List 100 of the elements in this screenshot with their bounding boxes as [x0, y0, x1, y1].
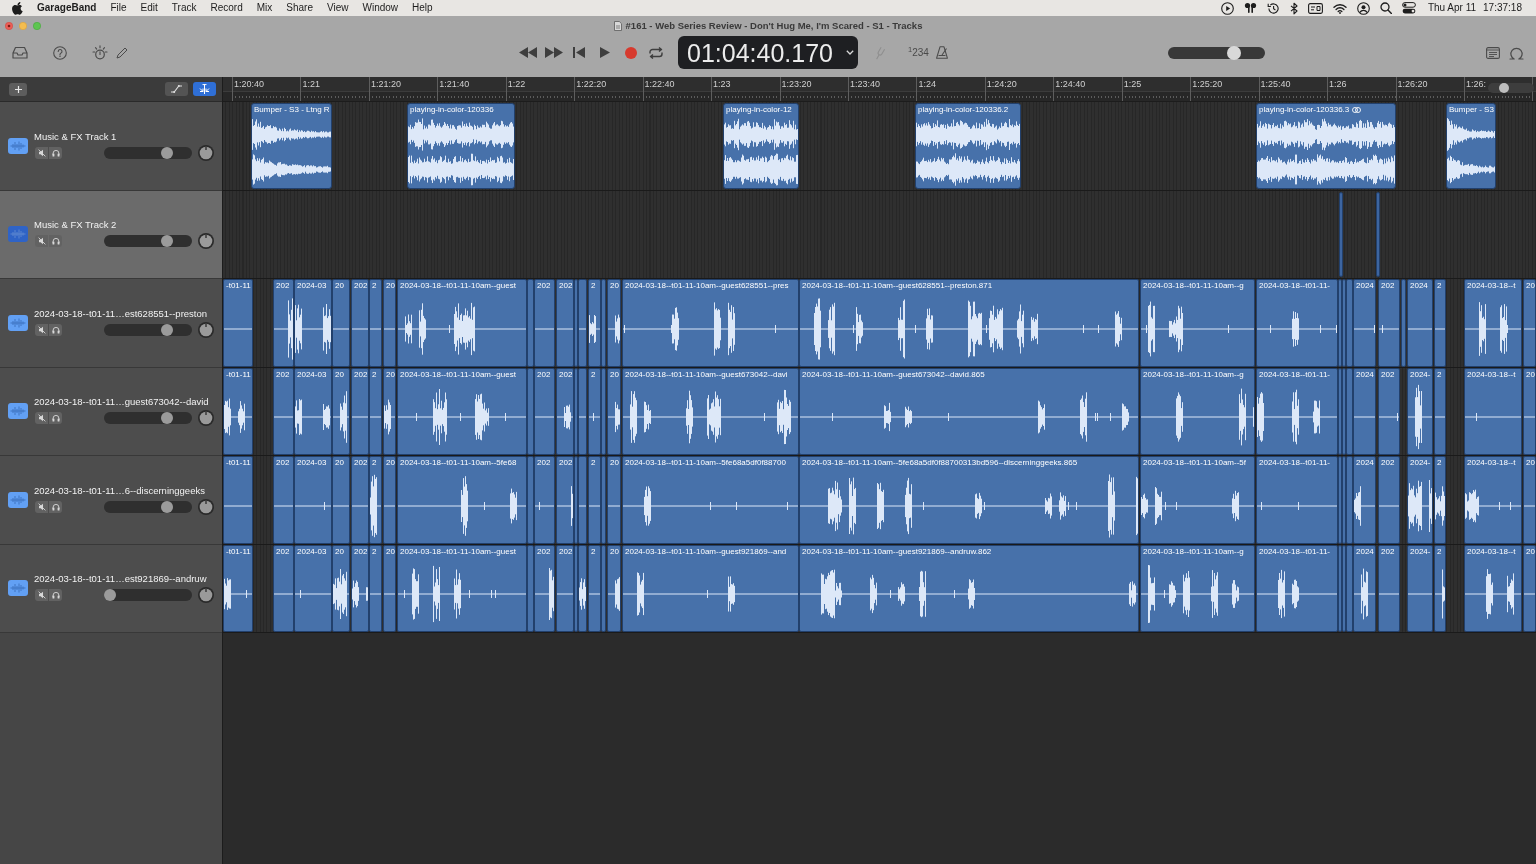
audio-region[interactable]: 202 — [351, 367, 369, 455]
menu-item[interactable]: Mix — [256, 2, 273, 14]
track-header[interactable]: 2024-03-18--t01-11…est628551--preston — [0, 279, 222, 368]
master-volume-slider[interactable] — [1168, 46, 1265, 59]
audio-region[interactable]: 2024-03-18--t01-11-10am--guest921869--andruw.862 — [799, 544, 1139, 632]
slider-thumb[interactable] — [161, 500, 173, 513]
track-header[interactable]: 2024-03-18--t01-11…est921869--andruw — [0, 544, 222, 633]
bluetooth-icon[interactable] — [1289, 1, 1298, 15]
menu-item[interactable]: Record — [210, 2, 243, 14]
toggles-icon[interactable] — [1401, 2, 1416, 14]
audio-region[interactable]: 2 — [1434, 279, 1446, 367]
audio-region[interactable]: 2024-03-18--t01-11-10am--5fe68a5df0f88700 — [622, 456, 799, 544]
audio-region[interactable]: 202 — [1378, 367, 1400, 455]
slider-thumb[interactable] — [104, 589, 116, 602]
tray-icon[interactable] — [12, 46, 28, 59]
audio-region[interactable]: 2024-03-18--t — [1464, 367, 1522, 455]
metronome-icon[interactable] — [936, 46, 948, 59]
dial-icon[interactable] — [92, 44, 108, 61]
flex-button[interactable] — [193, 82, 216, 96]
mute-button[interactable] — [35, 589, 48, 602]
audio-region[interactable]: 20 — [383, 544, 396, 632]
close-button[interactable] — [5, 22, 13, 30]
audio-region[interactable]: 20 — [607, 544, 621, 632]
audio-region[interactable]: 20 — [1523, 544, 1536, 632]
audio-region[interactable]: playing-in-color-120336 — [407, 103, 515, 189]
audio-region[interactable]: 202 — [351, 544, 369, 632]
time-readout[interactable]: 01:04:40.170 — [687, 37, 833, 68]
chevron-down-icon[interactable] — [846, 50, 854, 55]
track-header[interactable]: 2024-03-18--t01-11…guest673042--david — [0, 367, 222, 456]
menu-item[interactable]: Edit — [140, 2, 158, 14]
solo-button[interactable] — [49, 589, 62, 602]
audio-region[interactable]: 2 — [369, 544, 382, 632]
audio-region[interactable]: 202 — [534, 456, 555, 544]
audio-region[interactable]: 2024- — [1407, 544, 1433, 632]
audio-region[interactable]: 2024 — [1353, 456, 1376, 544]
solo-button[interactable] — [49, 412, 62, 425]
audio-region[interactable]: 2 — [369, 456, 382, 544]
volume-slider[interactable] — [104, 500, 192, 513]
loop-icon[interactable] — [1509, 45, 1524, 60]
solo-button[interactable] — [49, 146, 62, 159]
audio-region[interactable]: 2024-03 — [294, 456, 332, 544]
pan-knob[interactable] — [198, 498, 214, 515]
menu-item[interactable]: Track — [171, 2, 197, 14]
audio-region[interactable]: 2024-03 — [294, 367, 332, 455]
pan-knob[interactable] — [198, 233, 214, 250]
volume-slider[interactable] — [104, 146, 192, 159]
audio-region[interactable]: 2024-03-18--t01-11- — [1256, 367, 1338, 455]
audio-region[interactable]: 2024-03-18--t01-11- — [1256, 279, 1338, 367]
audio-region[interactable]: 20 — [607, 367, 621, 455]
solo-button[interactable] — [49, 235, 62, 248]
audio-region[interactable]: playing-in-color-120336.2 — [915, 103, 1021, 189]
audio-region[interactable]: 202 — [351, 456, 369, 544]
clock-arrow-icon[interactable] — [1266, 1, 1280, 15]
audio-region[interactable]: 2024-03 — [294, 279, 332, 367]
audio-region[interactable]: 20 — [383, 279, 396, 367]
audio-region[interactable] — [578, 544, 587, 632]
audio-region[interactable]: 2 — [588, 456, 601, 544]
notepad-icon[interactable] — [1486, 46, 1500, 59]
add-track-button[interactable] — [9, 82, 27, 96]
menu-item[interactable]: Help — [412, 2, 433, 14]
audio-region[interactable]: 2024-03-18--t01-11-10am--guest921869--and — [622, 544, 799, 632]
audio-region[interactable]: -t01-11 — [223, 367, 253, 455]
slider-thumb[interactable] — [1498, 83, 1509, 93]
audio-region[interactable]: 2024-03-18--t01-11-10am--g — [1140, 279, 1255, 367]
earbuds-icon[interactable] — [1243, 2, 1257, 14]
audio-region[interactable]: 202 — [351, 279, 369, 367]
audio-region[interactable]: 2024-03-18--t01-11-10am--guest673042--david.865 — [799, 367, 1139, 455]
slider-thumb[interactable] — [161, 412, 173, 425]
audio-region[interactable]: 20 — [383, 456, 396, 544]
rewind-icon[interactable] — [519, 47, 537, 58]
audio-region[interactable]: 2024 — [1407, 279, 1433, 367]
audio-region[interactable]: 2024 — [1353, 544, 1376, 632]
audio-region[interactable]: -t01-11 — [223, 279, 253, 367]
audio-region[interactable]: playing-in-color-12 — [723, 103, 799, 189]
audio-region[interactable]: 2024-03-18--t01-11-10am--guest — [397, 367, 527, 455]
play-icon[interactable] — [600, 47, 610, 58]
audio-region[interactable]: 2024-03-18--t01-11- — [1256, 456, 1338, 544]
mute-button[interactable] — [35, 235, 48, 248]
audio-region[interactable]: 2 — [588, 544, 601, 632]
audio-region[interactable]: 20 — [1523, 279, 1536, 367]
slider-thumb[interactable] — [161, 323, 173, 336]
mute-button[interactable] — [35, 412, 48, 425]
audio-region[interactable]: 2024 — [1353, 279, 1376, 367]
audio-region[interactable]: 2024-03 — [294, 544, 332, 632]
audio-region[interactable]: 202 — [273, 279, 294, 367]
audio-region[interactable]: playing-in-color-120336.3 — [1256, 103, 1396, 189]
audio-region[interactable]: 2024 — [1353, 367, 1376, 455]
audio-region[interactable]: 2024-03-18--t01-11-10am--guest628551--pres — [622, 279, 799, 367]
audio-region[interactable]: 20 — [383, 367, 396, 455]
slider-thumb[interactable] — [161, 146, 173, 159]
audio-region[interactable]: 20 — [1523, 367, 1536, 455]
audio-region[interactable]: 202 — [534, 367, 555, 455]
audio-region[interactable]: 2 — [1434, 367, 1446, 455]
wifi-icon[interactable] — [1332, 2, 1347, 14]
audio-region[interactable]: 2024-03-18--t — [1464, 456, 1522, 544]
track-header[interactable]: 2024-03-18--t01-11…6--discerninggeeks — [0, 456, 222, 545]
audio-region[interactable]: 2024-03-18--t01-11-10am--5f — [1140, 456, 1255, 544]
audio-region[interactable]: 2 — [1434, 544, 1446, 632]
audio-region[interactable]: 2 — [369, 367, 382, 455]
help-icon[interactable] — [53, 45, 67, 60]
